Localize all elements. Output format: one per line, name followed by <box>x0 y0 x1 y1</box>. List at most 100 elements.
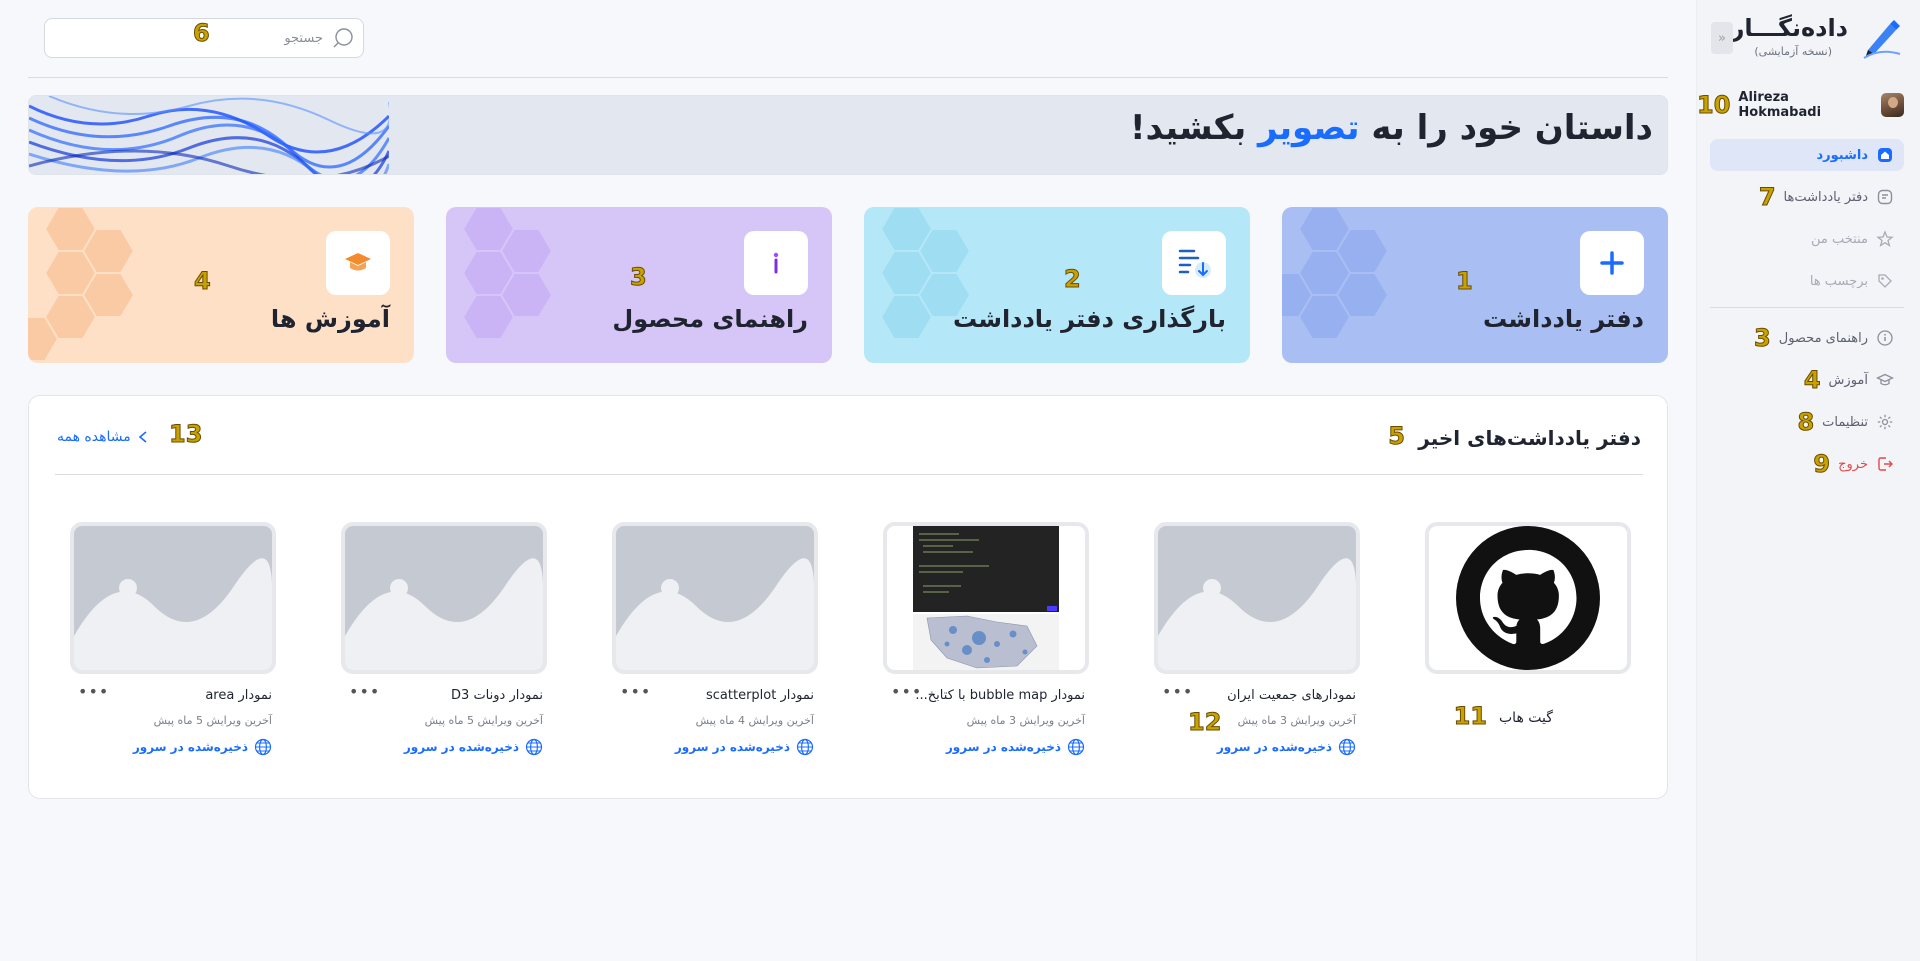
upload-list-icon <box>1162 231 1226 295</box>
home-icon <box>1876 146 1894 164</box>
sidebar-item-tutorials[interactable]: آموزش 4 <box>1710 364 1904 396</box>
notebook-thumbnail <box>883 522 1089 674</box>
more-options-icon[interactable]: ••• <box>349 682 380 701</box>
card-title: دفتر یادداشت <box>1482 305 1644 333</box>
notebook-meta: آخرین ویرایش 3 ماه پیش <box>1237 714 1356 727</box>
notebook-thumbnail <box>70 522 276 674</box>
notebook-name: نمودارهای جمعیت ایران <box>1227 688 1356 703</box>
sidebar-item-settings[interactable]: تنظیمات 8 <box>1710 406 1904 438</box>
globe-icon <box>254 738 272 756</box>
github-notebook-card[interactable]: گیت هاب 11 <box>1425 522 1631 772</box>
main-content: 6 داستان خود را به تصویر بکشید! <box>0 0 1696 961</box>
gear-icon <box>1876 413 1894 431</box>
new-notebook-card[interactable]: دفتر یادداشت 1 <box>1282 207 1668 363</box>
image-placeholder-icon <box>74 526 272 670</box>
annotation-badge: 9 <box>1813 450 1831 479</box>
sidebar-item-dashboard[interactable]: داشبورد <box>1710 139 1904 171</box>
sidebar-item-notebooks[interactable]: دفتر یادداشت‌ها 7 <box>1710 181 1904 213</box>
card-title: آموزش ها <box>270 305 390 333</box>
wave-graphic <box>29 96 389 174</box>
sidebar-item-tags[interactable]: برچسب ها <box>1710 265 1904 297</box>
hex-pattern <box>879 207 972 340</box>
hex-pattern <box>28 207 136 362</box>
notebook-thumbnail <box>1154 522 1360 674</box>
sidebar-item-favorites[interactable]: منتخب من <box>1710 223 1904 255</box>
github-icon <box>1456 526 1600 670</box>
notebook-thumbnail <box>1425 522 1631 674</box>
github-label: گیت هاب <box>1499 710 1553 726</box>
more-options-icon[interactable]: ••• <box>1162 682 1193 701</box>
notebook-card[interactable]: ••• نمودارهای جمعیت ایران آخرین ویرایش 3… <box>1154 522 1360 772</box>
notebook-meta: آخرین ویرایش 5 ماه پیش <box>153 714 272 727</box>
notebook-name: نمودار scatterplot <box>705 688 814 703</box>
hero-banner: داستان خود را به تصویر بکشید! <box>28 95 1668 175</box>
sidebar-collapse-button[interactable]: « <box>1711 22 1733 54</box>
product-guide-card[interactable]: راهنمای محصول 3 <box>446 207 832 363</box>
saved-status: ذخیره‌شده در سرور <box>675 738 814 756</box>
header-divider <box>28 77 1668 78</box>
saved-status: ذخیره‌شده در سرور <box>1217 738 1356 756</box>
sidebar-divider <box>1710 307 1904 308</box>
brand[interactable]: داده‌نگـــار (نسخه آزمایشی) <box>1708 14 1904 64</box>
notebook-meta: آخرین ویرایش 3 ماه پیش <box>966 714 1085 727</box>
avatar <box>1880 93 1904 117</box>
recent-notebooks-panel: دفتر یادداشت‌های اخیر 5 مشاهده همه 13 <box>28 395 1668 799</box>
globe-icon <box>796 738 814 756</box>
upload-notebook-card[interactable]: بارگذاری دفتر یادداشت 2 <box>864 207 1250 363</box>
banner-title: داستان خود را به تصویر بکشید! <box>1130 108 1653 148</box>
pen-logo-icon <box>1863 20 1901 59</box>
brand-subtitle: (نسخه آزمایشی) <box>1754 45 1832 58</box>
brand-name: داده‌نگـــار <box>1730 14 1848 42</box>
annotation-badge: 5 <box>1388 422 1406 451</box>
graduation-cap-icon <box>1876 371 1894 389</box>
annotation-badge: 12 <box>1187 708 1222 737</box>
section-title: دفتر یادداشت‌های اخیر <box>1418 426 1641 450</box>
sidebar-item-label: منتخب من <box>1811 231 1868 247</box>
hex-pattern <box>461 207 554 340</box>
notebook-card[interactable]: ••• نمودار area آخرین ویرایش 5 ماه پیش ذ… <box>70 522 276 772</box>
more-options-icon[interactable]: ••• <box>78 682 109 701</box>
bubble-map-preview <box>887 526 1085 670</box>
globe-icon <box>525 738 543 756</box>
sidebar-item-logout[interactable]: خروج 9 <box>1710 448 1904 480</box>
sidebar-item-label: راهنمای محصول <box>1778 330 1868 346</box>
card-title: راهنمای محصول <box>612 305 808 333</box>
annotation-badge: 4 <box>1803 366 1821 395</box>
image-placeholder-icon <box>616 526 814 670</box>
saved-status: ذخیره‌شده در سرور <box>946 738 1085 756</box>
user-name: Alireza Hokmabadi <box>1738 90 1822 120</box>
chevron-left-icon <box>138 431 147 443</box>
sidebar-item-product-guide[interactable]: راهنمای محصول 3 <box>1710 322 1904 354</box>
annotation-badge: 3 <box>1754 324 1772 353</box>
plus-icon <box>1580 231 1644 295</box>
notebook-icon <box>1876 188 1894 206</box>
annotation-badge: 1 <box>1456 267 1474 296</box>
more-options-icon[interactable]: ••• <box>620 682 651 701</box>
section-divider <box>55 474 1643 475</box>
notebook-meta: آخرین ویرایش 4 ماه پیش <box>695 714 814 727</box>
notebook-card[interactable]: ••• نمودار scatterplot آخرین ویرایش 4 ما… <box>612 522 818 772</box>
notebook-card[interactable]: ••• نمودار bubble map با کتابخ... آخرین … <box>883 522 1089 772</box>
sidebar-item-label: داشبورد <box>1816 147 1868 163</box>
notebook-thumbnail <box>612 522 818 674</box>
tag-icon <box>1876 272 1894 290</box>
notebook-card[interactable]: ••• نمودار دونات D3 آخرین ویرایش 5 ماه پ… <box>341 522 547 772</box>
notebook-name: نمودار area <box>205 688 272 703</box>
annotation-badge: 3 <box>630 263 648 292</box>
quick-actions: دفتر یادداشت 1 بارگذاری دفتر یادداشت 2 ر… <box>28 207 1668 363</box>
globe-icon <box>1338 738 1356 756</box>
notebook-list: گیت هاب 11 ••• نمودارهای جمعیت ایران آخر… <box>67 522 1631 772</box>
annotation-badge: 4 <box>194 267 212 296</box>
notebook-name: نمودار دونات D3 <box>451 688 543 703</box>
tutorials-card[interactable]: آموزش ها 4 <box>28 207 414 363</box>
sidebar: داده‌نگـــار (نسخه آزمایشی) « Alireza Ho… <box>1696 0 1920 961</box>
app-root: داده‌نگـــار (نسخه آزمایشی) « Alireza Ho… <box>0 0 1920 961</box>
info-icon <box>1876 329 1894 347</box>
user-profile[interactable]: Alireza Hokmabadi 10 <box>1696 90 1904 120</box>
notebook-thumbnail <box>341 522 547 674</box>
see-all-link[interactable]: مشاهده همه <box>57 429 149 445</box>
annotation-badge: 13 <box>168 420 203 449</box>
star-icon <box>1876 230 1894 248</box>
search-box[interactable]: 6 <box>44 18 364 58</box>
image-placeholder-icon <box>345 526 543 670</box>
